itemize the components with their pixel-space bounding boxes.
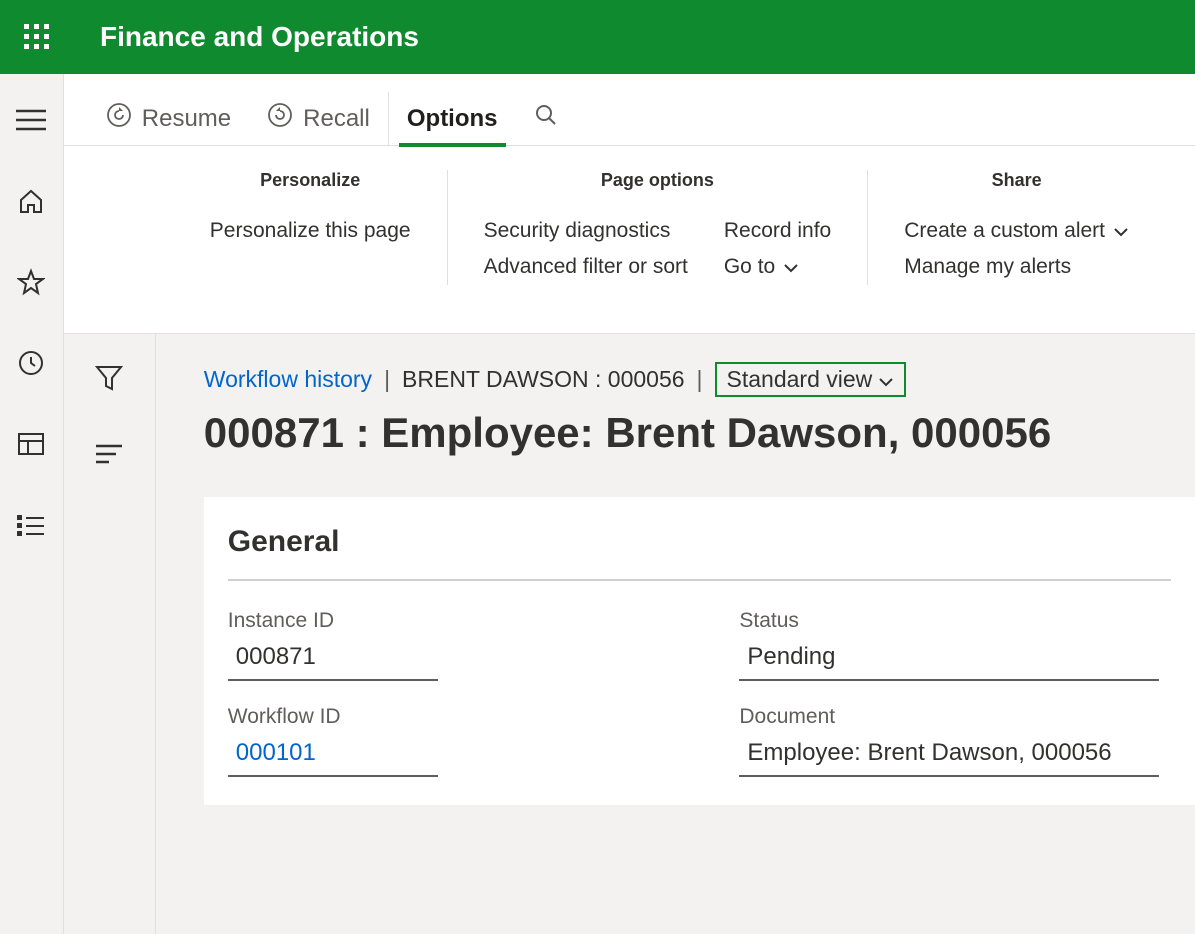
options-panel: Personalize Personalize this page Page o…: [64, 146, 1195, 334]
options-col-personalize: Personalize Personalize this page: [174, 170, 448, 285]
chevron-down-icon: [878, 366, 894, 393]
chevron-down-icon: [1113, 219, 1129, 243]
list-sort-icon[interactable]: [89, 434, 129, 474]
home-icon[interactable]: [7, 177, 55, 225]
search-icon: [534, 103, 558, 134]
content-area: Resume Recall Options Personalize: [64, 74, 1195, 934]
top-bar: Finance and Operations: [0, 0, 1195, 74]
workflow-id-value[interactable]: 000101: [228, 735, 438, 777]
go-to-label: Go to: [724, 255, 775, 279]
modules-icon[interactable]: [7, 501, 55, 549]
recent-icon[interactable]: [7, 339, 55, 387]
personalize-title: Personalize: [210, 170, 411, 191]
search-button[interactable]: [516, 92, 576, 145]
app-launcher-icon[interactable]: [14, 14, 60, 60]
options-tab[interactable]: Options: [389, 92, 516, 145]
field-instance-id: Instance ID 000871: [228, 609, 660, 681]
options-col-share: Share Create a custom alert Manage my al…: [868, 170, 1165, 285]
breadcrumb: Workflow history | BRENT DAWSON : 000056…: [204, 362, 1195, 397]
view-selector-label: Standard view: [727, 366, 873, 393]
action-bar: Resume Recall Options: [64, 74, 1195, 146]
record-info-link[interactable]: Record info: [724, 213, 831, 249]
resume-button[interactable]: Resume: [88, 92, 249, 145]
field-document: Document Employee: Brent Dawson, 000056: [739, 705, 1171, 777]
workflow-id-label: Workflow ID: [228, 705, 660, 729]
resume-label: Resume: [142, 105, 231, 133]
breadcrumb-record: BRENT DAWSON : 000056: [402, 366, 685, 393]
record-area: Workflow history | BRENT DAWSON : 000056…: [64, 334, 1195, 934]
app-title: Finance and Operations: [100, 21, 419, 53]
field-workflow-id: Workflow ID 000101: [228, 705, 660, 777]
instance-id-value[interactable]: 000871: [228, 639, 438, 681]
options-col-page-options: Page options Security diagnostics Advanc…: [448, 170, 869, 285]
status-label: Status: [739, 609, 1171, 633]
page-title: 000871 : Employee: Brent Dawson, 000056: [204, 409, 1195, 457]
breadcrumb-separator: |: [697, 366, 703, 393]
view-selector[interactable]: Standard view: [715, 362, 907, 397]
star-icon[interactable]: [7, 258, 55, 306]
general-card-title: General: [228, 525, 1171, 581]
advanced-filter-link[interactable]: Advanced filter or sort: [484, 249, 688, 285]
recall-button[interactable]: Recall: [249, 92, 389, 145]
workspace-icon[interactable]: [7, 420, 55, 468]
resume-icon: [106, 102, 132, 135]
document-label: Document: [739, 705, 1171, 729]
security-diagnostics-link[interactable]: Security diagnostics: [484, 213, 688, 249]
instance-id-label: Instance ID: [228, 609, 660, 633]
share-title: Share: [904, 170, 1129, 191]
breadcrumb-link-workflow-history[interactable]: Workflow history: [204, 366, 372, 393]
document-value[interactable]: Employee: Brent Dawson, 000056: [739, 735, 1159, 777]
main-area: Resume Recall Options Personalize: [0, 74, 1195, 934]
general-card: General Instance ID 000871 Status Pendin…: [204, 497, 1195, 805]
go-to-link[interactable]: Go to: [724, 249, 831, 285]
manage-my-alerts-link[interactable]: Manage my alerts: [904, 249, 1129, 285]
page-options-title: Page options: [484, 170, 832, 191]
personalize-this-page-link[interactable]: Personalize this page: [210, 213, 411, 249]
filter-rail: [64, 334, 156, 934]
recall-icon: [267, 102, 293, 135]
recall-label: Recall: [303, 105, 370, 133]
hamburger-icon[interactable]: [7, 96, 55, 144]
chevron-down-icon: [783, 255, 799, 279]
status-value[interactable]: Pending: [739, 639, 1159, 681]
funnel-icon[interactable]: [89, 358, 129, 398]
record-body: Workflow history | BRENT DAWSON : 000056…: [156, 334, 1195, 934]
left-nav: [0, 74, 64, 934]
breadcrumb-separator: |: [384, 366, 390, 393]
create-custom-alert-link[interactable]: Create a custom alert: [904, 213, 1129, 249]
create-alert-label: Create a custom alert: [904, 219, 1105, 243]
field-status: Status Pending: [739, 609, 1171, 681]
options-label: Options: [407, 105, 498, 133]
